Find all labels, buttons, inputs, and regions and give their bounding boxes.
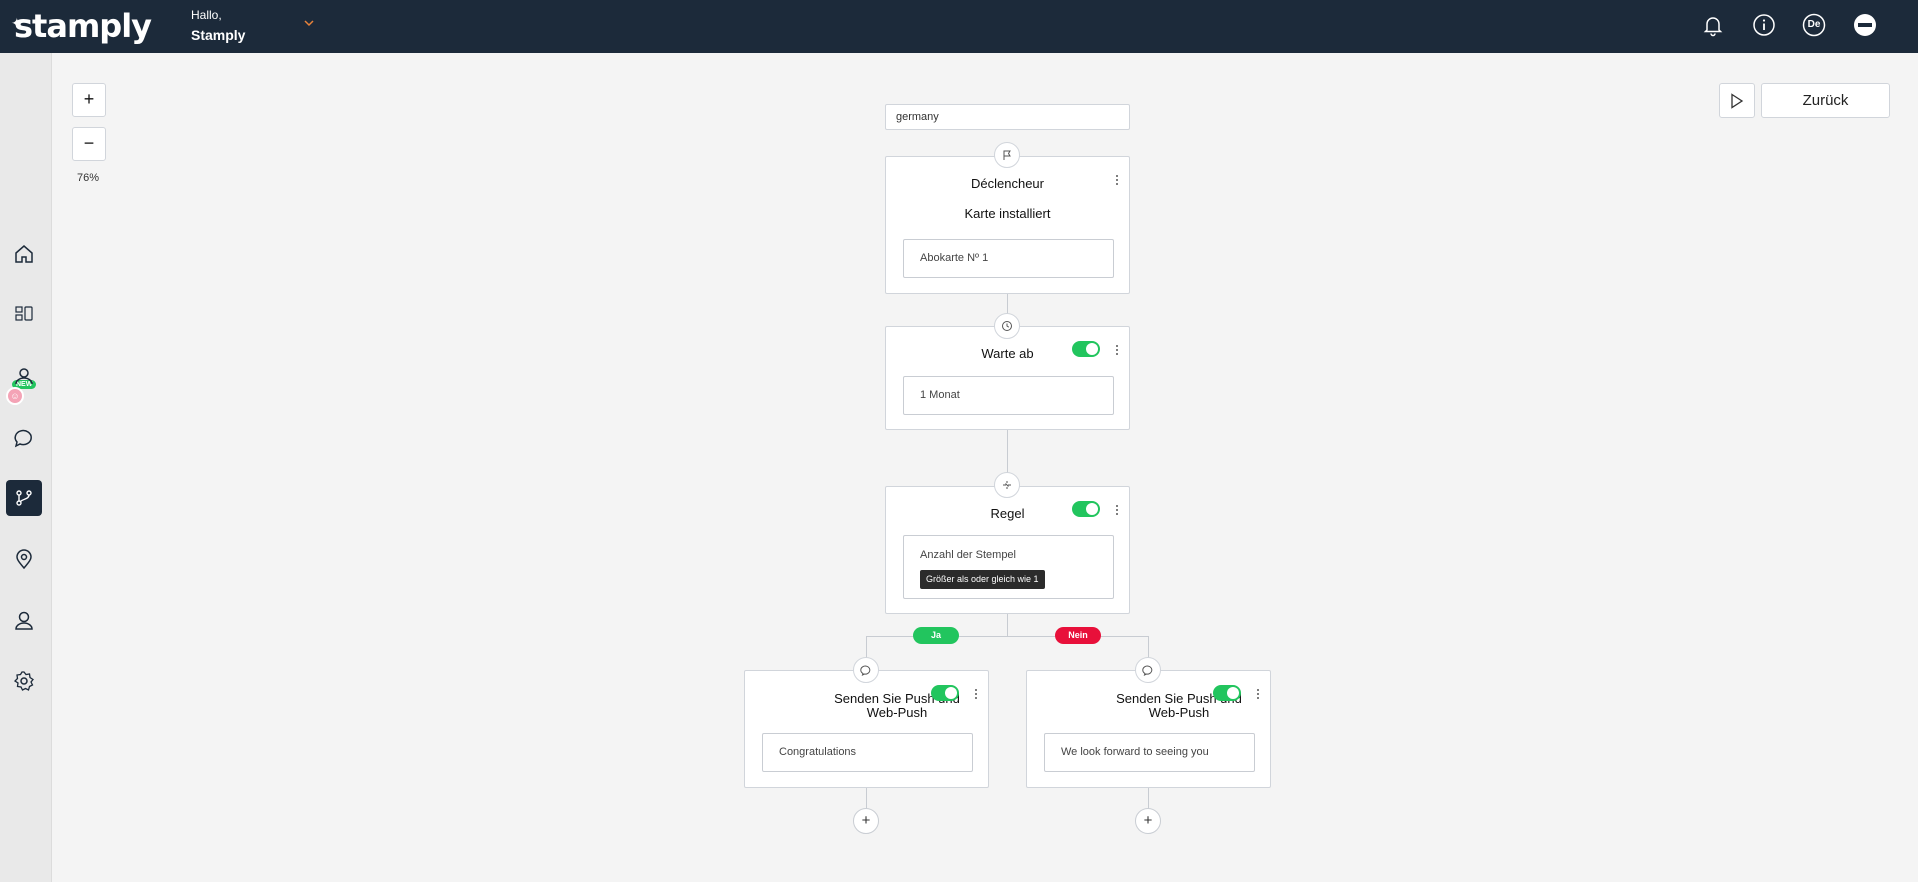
more-options-icon[interactable]: [1112, 503, 1122, 517]
trigger-title: Déclencheur: [971, 176, 1044, 191]
logo-text: stamply: [14, 7, 152, 45]
settings-icon: [13, 671, 34, 691]
sidebar: NEW ☺: [0, 53, 52, 882]
trigger-event: Karte installiert: [964, 206, 1051, 221]
test-run-button[interactable]: [1719, 83, 1755, 118]
message-icon: [853, 657, 879, 683]
wait-duration-select[interactable]: 1 Monat: [903, 376, 1114, 415]
rule-field: Anzahl der Stempel: [920, 549, 1016, 561]
push-card-yes[interactable]: Senden Sie Push und Web-Push Congratulat…: [744, 670, 989, 788]
avatar-icon[interactable]: [1853, 13, 1877, 37]
bell-icon[interactable]: [1701, 13, 1725, 37]
play-icon: [1731, 92, 1744, 109]
automation-icon: [16, 490, 32, 506]
flag-icon: [994, 142, 1020, 168]
more-options-icon[interactable]: [1253, 687, 1263, 701]
branch-yes-label: Ja: [913, 627, 959, 644]
rule-condition-box[interactable]: Anzahl der Stempel Größer als oder gleic…: [903, 535, 1114, 599]
more-options-icon[interactable]: [1112, 173, 1122, 187]
stamply-logo[interactable]: ✦ stamply: [11, 4, 152, 48]
top-header: ✦ stamply Hallo, Stamply De: [0, 0, 1918, 53]
message-icon: [1135, 657, 1161, 683]
add-step-button-yes[interactable]: +: [853, 808, 879, 834]
rule-condition-chip: Größer als oder gleich wie 1: [920, 570, 1045, 589]
more-options-icon[interactable]: [1112, 343, 1122, 357]
zoom-in-button[interactable]: +: [72, 83, 106, 117]
trigger-card-select[interactable]: Abokarte Nº 1: [903, 239, 1114, 278]
rule-card[interactable]: Regel Anzahl der Stempel Größer als oder…: [885, 486, 1130, 614]
user-icon: [15, 611, 33, 630]
push-yes-enabled-toggle[interactable]: [931, 685, 959, 701]
sidebar-item-locations[interactable]: [6, 541, 42, 577]
sparkle-icon: ✦: [11, 16, 23, 32]
push-card-no[interactable]: Senden Sie Push und Web-Push We look for…: [1026, 670, 1271, 788]
wait-enabled-toggle[interactable]: [1072, 341, 1100, 357]
push-no-message[interactable]: We look forward to seeing you: [1044, 733, 1255, 772]
messages-icon: [14, 429, 32, 448]
trigger-card[interactable]: Déclencheur Karte installiert Abokarte N…: [885, 156, 1130, 294]
language-icon[interactable]: De: [1802, 13, 1826, 37]
account-name: Stamply: [191, 27, 246, 43]
more-options-icon[interactable]: [971, 687, 981, 701]
flow-name-input[interactable]: germany: [885, 104, 1130, 130]
sidebar-item-automation[interactable]: [6, 480, 42, 516]
customers-icon: [15, 368, 33, 385]
sidebar-item-cards[interactable]: [6, 296, 42, 332]
home-icon: [15, 245, 33, 263]
push-no-enabled-toggle[interactable]: [1213, 685, 1241, 701]
sidebar-item-messages[interactable]: [6, 419, 42, 455]
sidebar-item-home[interactable]: [6, 236, 42, 272]
greeting-label: Hallo,: [191, 8, 222, 22]
sidebar-item-customers[interactable]: [6, 358, 42, 394]
cards-icon: [15, 306, 33, 321]
location-icon: [16, 549, 32, 570]
connector-line: [1007, 614, 1008, 636]
zoom-out-button[interactable]: −: [72, 127, 106, 161]
split-icon: [994, 472, 1020, 498]
connector-line: [866, 636, 1149, 637]
wait-card[interactable]: Warte ab 1 Monat: [885, 326, 1130, 430]
zoom-level: 76%: [77, 172, 100, 184]
chevron-down-icon[interactable]: [302, 16, 316, 30]
info-icon[interactable]: [1752, 13, 1776, 37]
sidebar-item-settings[interactable]: [6, 663, 42, 699]
language-code: De: [1807, 19, 1821, 30]
rule-enabled-toggle[interactable]: [1072, 501, 1100, 517]
branch-no-label: Nein: [1055, 627, 1101, 644]
sidebar-item-team[interactable]: [6, 602, 42, 638]
push-yes-message[interactable]: Congratulations: [762, 733, 973, 772]
clock-icon: [994, 313, 1020, 339]
back-button[interactable]: Zurück: [1761, 83, 1890, 118]
add-step-button-no[interactable]: +: [1135, 808, 1161, 834]
account-greeting[interactable]: Hallo, Stamply: [191, 8, 245, 43]
